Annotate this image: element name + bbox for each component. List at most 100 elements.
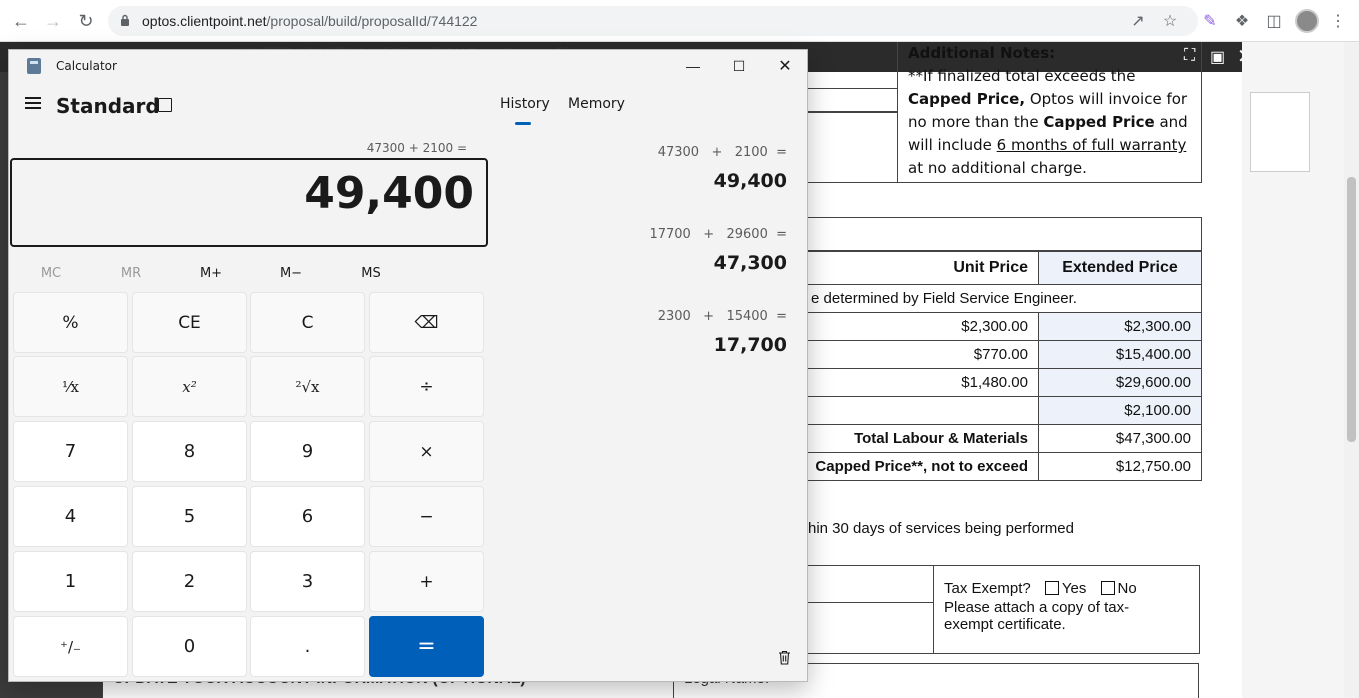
reload-icon[interactable]: ↻ <box>74 9 98 33</box>
capped-price-label: Capped Price**, not to exceed <box>800 452 1039 481</box>
history-result[interactable]: 47,300 <box>714 252 787 274</box>
minus-button[interactable]: − <box>369 486 484 547</box>
digit-1-button[interactable]: 1 <box>13 551 128 612</box>
fit-page-icon[interactable]: ▣ <box>1210 47 1225 67</box>
total-label: Total Labour & Materials <box>800 424 1039 453</box>
notes-line: will include <box>908 136 997 154</box>
tax-exempt-question: Tax Exempt? <box>944 580 1031 597</box>
table-header-spacer <box>800 217 1202 251</box>
extended-price-cell: $2,300.00 <box>1038 312 1202 341</box>
multiply-button[interactable]: × <box>369 421 484 482</box>
minimize-icon[interactable]: — <box>670 50 716 82</box>
memory-store-button[interactable]: MS <box>335 262 407 284</box>
digit-7-button[interactable]: 7 <box>13 421 128 482</box>
memory-recall-button[interactable]: MR <box>95 262 167 284</box>
notes-bold: Capped Price, <box>908 90 1026 108</box>
memory-add-button[interactable]: M+ <box>175 262 247 284</box>
history-result[interactable]: 17,700 <box>714 334 787 356</box>
col-unit-price: Unit Price <box>800 251 1039 285</box>
scroll-thumb[interactable] <box>1347 177 1356 442</box>
close-icon[interactable]: ✕ <box>762 50 808 82</box>
clear-entry-button[interactable]: CE <box>132 292 247 353</box>
capped-price-value: $12,750.00 <box>1038 452 1202 481</box>
page-thumbnail[interactable] <box>1250 92 1310 172</box>
unit-price-cell <box>800 396 1039 425</box>
title-bar[interactable]: Calculator — ☐ ✕ <box>9 50 809 82</box>
warranty-link-text: 6 months of full warranty <box>996 136 1187 154</box>
digit-9-button[interactable]: 9 <box>250 421 365 482</box>
decimal-button[interactable]: . <box>250 616 365 677</box>
tax-row-left <box>800 602 934 654</box>
field-service-note: e determined by Field Service Engineer. <box>800 284 1202 313</box>
notes-line: no more than the <box>908 113 1044 131</box>
extensions-puzzle-icon[interactable]: ❖ <box>1231 10 1253 32</box>
unit-price-cell: $1,480.00 <box>800 368 1039 397</box>
notes-line: **If finalized total exceeds the <box>908 67 1136 85</box>
side-panel-icon[interactable]: ◫ <box>1263 10 1285 32</box>
equals-button[interactable]: = <box>369 616 484 677</box>
history-expression[interactable]: 47300 + 2100 = <box>658 145 787 160</box>
digit-3-button[interactable]: 3 <box>250 551 365 612</box>
notes-line: Optos will invoice for <box>1025 90 1188 108</box>
maximize-icon[interactable]: ☐ <box>716 50 762 82</box>
tax-yes-label: Yes <box>1061 580 1087 597</box>
memory-subtract-button[interactable]: M− <box>255 262 327 284</box>
digit-6-button[interactable]: 6 <box>250 486 365 547</box>
lock-icon <box>121 14 129 26</box>
square-button[interactable]: x² <box>132 356 247 417</box>
profile-avatar[interactable] <box>1295 9 1319 33</box>
result-value: 49,400 <box>304 168 474 219</box>
reciprocal-button[interactable]: ⅟x <box>13 356 128 417</box>
more-menu-icon[interactable]: ⋮ <box>1327 10 1349 32</box>
square-root-button[interactable]: ²√x <box>250 356 365 417</box>
clear-button[interactable]: C <box>250 292 365 353</box>
col-extended-price: Extended Price <box>1038 251 1202 285</box>
calculator-app-icon <box>27 58 41 74</box>
expression-display: 47300 + 2100 = <box>366 141 467 155</box>
extended-price-cell: $29,600.00 <box>1038 368 1202 397</box>
navigation-menu-icon[interactable] <box>25 97 41 109</box>
mode-title: Standard <box>56 94 160 118</box>
tax-exempt-box: Tax Exempt? Yes No Please attach a copy … <box>933 565 1200 654</box>
extended-price-cell: $15,400.00 <box>1038 340 1202 369</box>
digit-8-button[interactable]: 8 <box>132 421 247 482</box>
tab-history[interactable]: History <box>500 96 550 112</box>
digit-0-button[interactable]: 0 <box>132 616 247 677</box>
address-row <box>800 112 898 183</box>
backspace-button[interactable]: ⌫ <box>369 292 484 353</box>
address-bar[interactable]: optos.clientpoint.net/proposal/build/pro… <box>108 6 1198 36</box>
window-title: Calculator <box>56 59 117 73</box>
share-icon[interactable]: ↗ <box>1127 10 1149 32</box>
extended-price-cell: $2,100.00 <box>1038 396 1202 425</box>
digit-4-button[interactable]: 4 <box>13 486 128 547</box>
keep-on-top-icon[interactable] <box>158 98 172 112</box>
page-scrollbar[interactable] <box>1344 42 1359 698</box>
tab-memory[interactable]: Memory <box>568 96 625 112</box>
bookmark-star-icon[interactable]: ☆ <box>1159 10 1181 32</box>
negate-button[interactable]: ⁺/₋ <box>13 616 128 677</box>
payment-note: hin 30 days of services being performed <box>808 520 1074 537</box>
fullscreen-icon[interactable]: ⛶ <box>1184 47 1195 65</box>
percent-button[interactable]: % <box>13 292 128 353</box>
divide-button[interactable]: ÷ <box>369 356 484 417</box>
back-icon[interactable]: ← <box>9 9 33 33</box>
history-expression[interactable]: 17700 + 29600 = <box>649 227 787 242</box>
memory-clear-button[interactable]: MC <box>15 262 87 284</box>
history-result[interactable]: 49,400 <box>714 170 787 192</box>
browser-toolbar: ← → ↻ optos.clientpoint.net/proposal/bui… <box>0 0 1359 42</box>
digit-2-button[interactable]: 2 <box>132 551 247 612</box>
forward-icon[interactable]: → <box>41 9 65 33</box>
notes-heading: Additional Notes: <box>908 44 1056 62</box>
notes-bold: Capped Price <box>1043 113 1155 131</box>
url-text: optos.clientpoint.net/proposal/build/pro… <box>142 13 478 29</box>
plus-button[interactable]: + <box>369 551 484 612</box>
address-row <box>800 88 898 112</box>
history-expression[interactable]: 2300 + 15400 = <box>658 309 787 324</box>
tax-note: exempt certificate. <box>944 616 1066 633</box>
delete-history-icon[interactable] <box>778 650 791 665</box>
pen-extension-icon[interactable]: ✎ <box>1199 10 1221 32</box>
tax-no-label: No <box>1117 580 1137 597</box>
tax-yes-checkbox[interactable] <box>1044 581 1059 595</box>
tax-no-checkbox[interactable] <box>1100 581 1115 595</box>
digit-5-button[interactable]: 5 <box>132 486 247 547</box>
